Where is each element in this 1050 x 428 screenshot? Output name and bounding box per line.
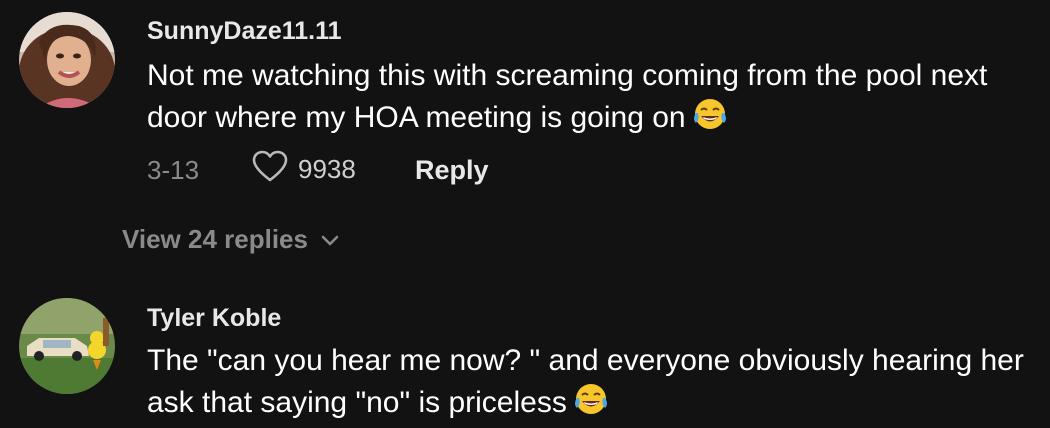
comment-body: The "can you hear me now? " and everyone…: [147, 340, 1027, 428]
chevron-down-icon: [320, 224, 340, 255]
comment-username[interactable]: SunnyDaze11.11: [147, 17, 342, 46]
comment-text: Not me watching this with screaming comi…: [147, 59, 988, 134]
heart-icon[interactable]: [252, 150, 288, 189]
comment-body: Not me watching this with screaming comi…: [147, 55, 1027, 143]
comment-username[interactable]: Tyler Koble: [147, 304, 281, 333]
like-button[interactable]: 9938: [252, 150, 356, 189]
view-replies-label: View 24 replies: [122, 224, 308, 254]
reply-button[interactable]: Reply: [415, 155, 489, 186]
avatar[interactable]: [19, 12, 115, 108]
laughing-tears-emoji-icon: [692, 97, 728, 143]
avatar[interactable]: [19, 298, 115, 394]
laughing-tears-emoji-icon: [573, 382, 609, 428]
view-replies-button[interactable]: View 24 replies: [122, 224, 340, 255]
comment-date: 3-13: [147, 155, 200, 185]
like-count: 9938: [298, 154, 356, 184]
